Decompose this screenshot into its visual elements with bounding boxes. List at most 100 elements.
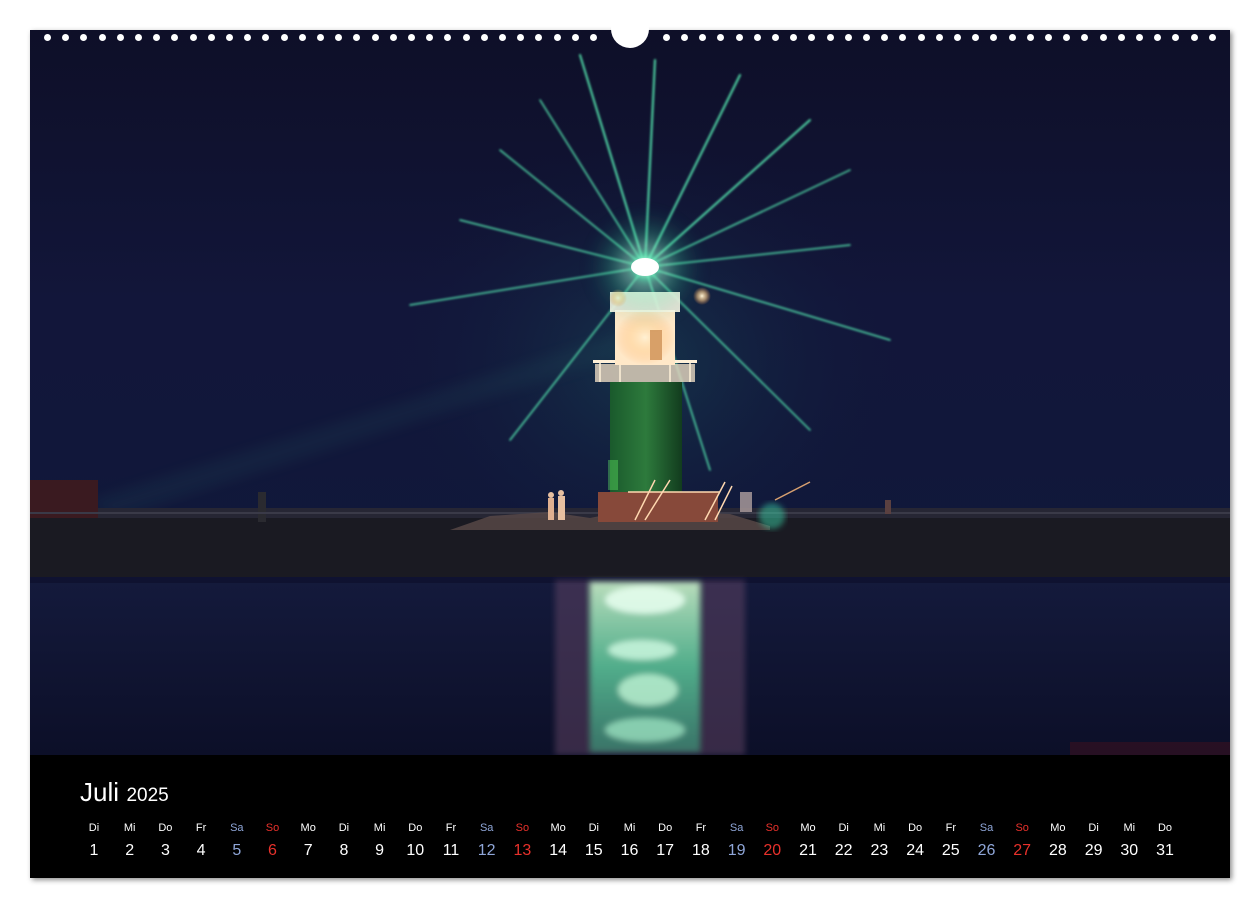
day-cell: Di 8 (324, 820, 364, 864)
weekday-label: So (265, 822, 280, 834)
day-number: 18 (691, 842, 710, 859)
day-number: 19 (727, 842, 746, 859)
calendar-sheet: Juli 2025 Di 1 Mi 2 Do 3 Fr 4 Sa 5 So 6 Mo 7 Di 8 Mi 9 Do 1… (30, 30, 1230, 878)
day-cell: Mi 23 (859, 820, 899, 864)
lighthouse-night-photo (30, 30, 1230, 755)
day-cell: Di 1 (74, 820, 114, 864)
day-cell: Mi 9 (360, 820, 400, 864)
day-number: 27 (1013, 842, 1032, 859)
day-number: 31 (1156, 842, 1174, 859)
weekday-label: Do (908, 822, 923, 834)
month-year: 2025 (126, 785, 169, 806)
day-number: 1 (89, 842, 99, 859)
day-cell: Do 24 (895, 820, 935, 864)
weekday-label: Mi (1123, 822, 1136, 834)
weekday-label: Mi (123, 822, 136, 834)
day-cell: Do 17 (645, 820, 685, 864)
month-name: Juli (80, 777, 120, 807)
day-number: 12 (477, 842, 496, 859)
day-cell: So 13 (502, 820, 542, 864)
day-number: 15 (584, 842, 603, 859)
day-cell: Mi 2 (110, 820, 150, 864)
day-number: 6 (268, 842, 277, 859)
weekday-label: Mo (800, 822, 816, 834)
day-cell: Di 29 (1074, 820, 1114, 864)
weekday-label: Sa (729, 822, 744, 834)
weekday-label: Di (88, 822, 100, 834)
day-cell: Sa 26 (967, 820, 1007, 864)
day-number: 26 (977, 842, 996, 859)
weekday-label: Sa (979, 822, 994, 834)
day-cell: Mo 21 (788, 820, 828, 864)
weekday-label: Fr (945, 822, 956, 834)
day-number: 28 (1048, 842, 1067, 859)
day-number: 7 (303, 842, 313, 859)
weekday-label: Do (158, 822, 173, 834)
day-number: 13 (513, 842, 532, 859)
day-cell: So 27 (1002, 820, 1042, 864)
weekday-label: Di (338, 822, 350, 834)
day-number: 23 (870, 842, 889, 859)
weekday-label: Di (1088, 822, 1099, 834)
weekday-label: So (515, 822, 530, 834)
weekday-label: Mo (550, 822, 566, 834)
day-cell: Fr 25 (931, 820, 971, 864)
weekday-label: Do (658, 822, 673, 834)
day-number: 14 (549, 842, 567, 859)
day-cell: So 20 (752, 820, 792, 864)
weekday-label: Sa (479, 822, 494, 834)
weekday-label: So (765, 822, 780, 834)
day-number: 25 (941, 842, 960, 859)
day-cell: Fr 4 (181, 820, 221, 864)
day-number: 4 (196, 842, 206, 859)
day-number: 8 (339, 842, 349, 859)
weekday-label: Mi (873, 822, 886, 834)
day-number: 10 (406, 842, 425, 859)
weekday-label: Fr (445, 822, 457, 834)
day-cell: Mo 7 (288, 820, 328, 864)
weekday-label: Di (588, 822, 599, 834)
weekday-label: Mi (623, 822, 636, 834)
day-number: 2 (125, 842, 135, 859)
day-number: 11 (442, 842, 460, 859)
weekday-label: Fr (695, 822, 707, 834)
month-title: Juli 2025 (80, 777, 169, 808)
day-number: 21 (799, 842, 817, 859)
weekday-label: Do (408, 822, 423, 834)
day-cell: Fr 11 (431, 820, 471, 864)
day-number: 22 (834, 842, 853, 859)
day-number: 17 (656, 842, 675, 859)
day-cell: Do 31 (1145, 820, 1185, 864)
day-cell: So 6 (253, 820, 293, 864)
weekday-label: Sa (230, 822, 244, 834)
day-cell: Mo 14 (538, 820, 578, 864)
day-number: 16 (620, 842, 639, 859)
weekday-label: Mo (1050, 822, 1066, 834)
day-cell: Do 3 (145, 820, 185, 864)
day-number: 5 (232, 842, 242, 859)
day-cell: Do 10 (395, 820, 435, 864)
day-cell: Mi 16 (610, 820, 650, 864)
calendar-page: Juli 2025 Di 1 Mi 2 Do 3 Fr 4 Sa 5 So 6 Mo 7 Di 8 Mi 9 Do 1… (0, 0, 1260, 908)
day-number: 29 (1084, 842, 1103, 859)
day-cell: Sa 5 (217, 820, 257, 864)
weekday-label: Do (1157, 822, 1173, 834)
day-grid: Di 1 Mi 2 Do 3 Fr 4 Sa 5 So 6 Mo 7 Di 8 Mi 9 Do 10 Fr 11 Sa 12 S… (74, 820, 1184, 870)
day-number: 20 (763, 842, 782, 859)
day-number: 30 (1120, 842, 1139, 859)
weekday-label: So (1015, 822, 1029, 834)
day-cell: Fr 18 (681, 820, 721, 864)
day-number: 9 (375, 842, 385, 859)
weekday-label: Fr (195, 822, 207, 834)
day-number: 24 (906, 842, 924, 859)
day-cell: Di 15 (574, 820, 614, 864)
calendar-strip: Juli 2025 Di 1 Mi 2 Do 3 Fr 4 Sa 5 So 6 Mo 7 Di 8 Mi 9 Do 1… (30, 755, 1230, 878)
weekday-label: Mo (300, 822, 316, 834)
day-cell: Mi 30 (1109, 820, 1149, 864)
weekday-label: Mi (373, 822, 386, 834)
day-cell: Sa 19 (717, 820, 757, 864)
day-cell: Mo 28 (1038, 820, 1078, 864)
day-number: 3 (160, 842, 170, 859)
weekday-label: Di (838, 822, 849, 834)
day-cell: Sa 12 (467, 820, 507, 864)
